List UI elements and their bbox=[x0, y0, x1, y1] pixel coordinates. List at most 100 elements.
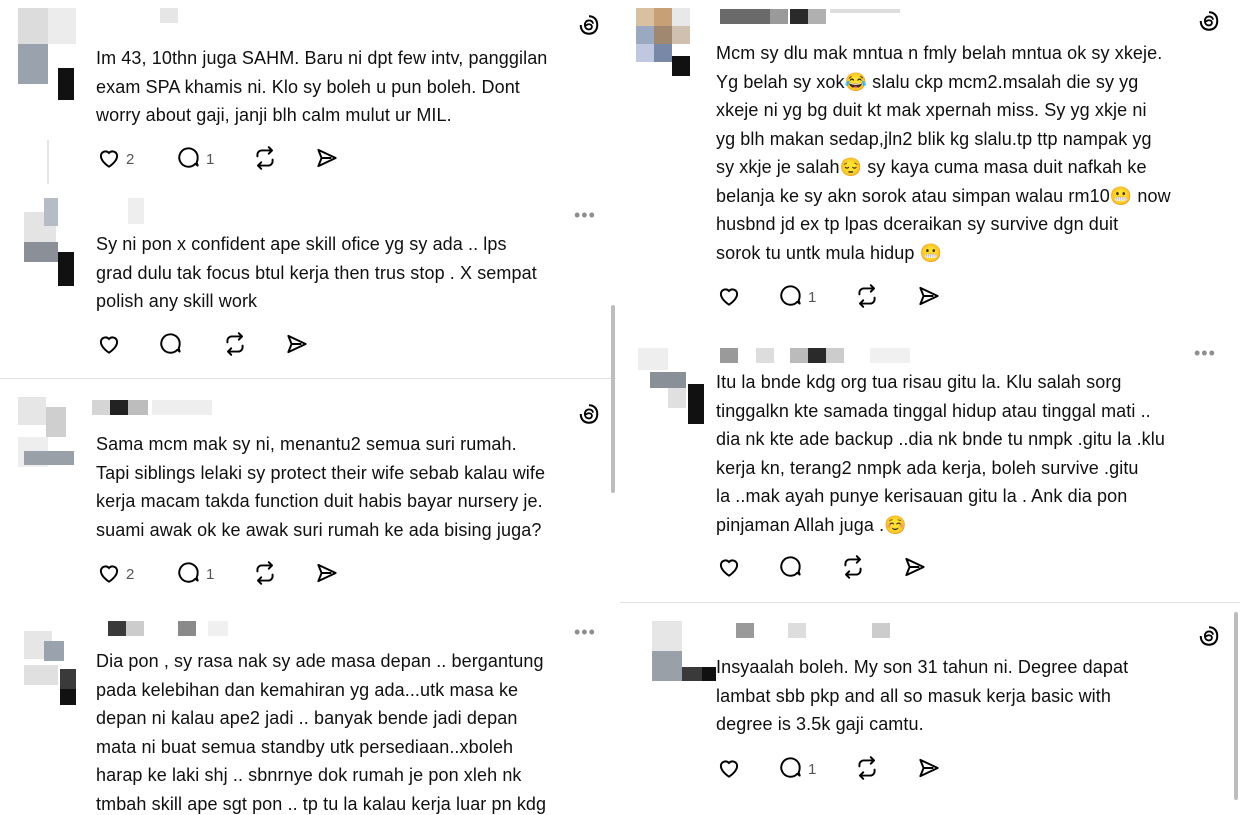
share-button[interactable] bbox=[314, 143, 340, 173]
username-blurred[interactable] bbox=[92, 400, 212, 415]
avatar[interactable] bbox=[638, 348, 704, 424]
username-blurred[interactable] bbox=[736, 623, 896, 638]
avatar[interactable] bbox=[18, 397, 78, 467]
repost-icon bbox=[844, 555, 862, 579]
post-actions bbox=[96, 329, 356, 359]
share-button[interactable] bbox=[916, 281, 942, 311]
reply-post: Sama mcm mak sy ni, menantu2 semua suri … bbox=[0, 379, 616, 605]
like-count: 2 bbox=[126, 565, 135, 583]
repost-icon bbox=[226, 332, 244, 356]
repost-button[interactable] bbox=[252, 143, 278, 173]
thread-line bbox=[47, 140, 49, 184]
reply-button[interactable] bbox=[778, 552, 804, 582]
like-button[interactable] bbox=[716, 552, 742, 582]
share-icon bbox=[919, 286, 939, 306]
avatar[interactable] bbox=[24, 621, 84, 705]
post-actions bbox=[716, 552, 976, 582]
comment-icon bbox=[178, 562, 199, 583]
like-count: 2 bbox=[126, 150, 135, 168]
reply-count: 1 bbox=[808, 288, 817, 306]
reply-post: Insyaalah boleh. My son 31 tahun ni. Deg… bbox=[620, 603, 1240, 815]
more-dots-icon[interactable]: ••• bbox=[1194, 344, 1216, 362]
repost-icon bbox=[256, 146, 274, 170]
share-icon bbox=[287, 334, 307, 354]
share-icon bbox=[317, 563, 337, 583]
repost-button[interactable] bbox=[840, 552, 866, 582]
reply-post: Im 43, 10thn juga SAHM. Baru ni dpt few … bbox=[0, 0, 616, 190]
reply-count: 1 bbox=[206, 565, 215, 583]
like-button[interactable] bbox=[716, 281, 742, 311]
reply-button[interactable]: 1 bbox=[778, 753, 816, 783]
repost-icon bbox=[858, 756, 876, 780]
comment-icon bbox=[780, 285, 801, 306]
post-text: Itu la bnde kdg org tua risau gitu la. K… bbox=[716, 372, 1165, 535]
reply-count: 1 bbox=[808, 760, 817, 778]
repost-button[interactable] bbox=[222, 329, 248, 359]
comment-icon bbox=[780, 556, 801, 577]
repost-button[interactable] bbox=[854, 753, 880, 783]
share-button[interactable] bbox=[314, 558, 340, 588]
post-actions: 2 1 bbox=[96, 143, 356, 173]
avatar[interactable] bbox=[18, 8, 78, 100]
username-blurred[interactable] bbox=[720, 9, 920, 24]
reply-count: 1 bbox=[206, 150, 215, 168]
reply-button[interactable]: 1 bbox=[778, 281, 816, 311]
heart-icon bbox=[719, 760, 739, 778]
heart-icon bbox=[719, 288, 739, 306]
repost-button[interactable] bbox=[252, 558, 278, 588]
post-text: Insyaalah boleh. My son 31 tahun ni. Deg… bbox=[716, 657, 1129, 734]
reply-post: ••• Sy ni pon x confident ape skill ofic… bbox=[0, 140, 616, 378]
comment-icon bbox=[160, 333, 181, 354]
post-text: Sama mcm mak sy ni, menantu2 semua suri … bbox=[96, 434, 546, 540]
avatar[interactable] bbox=[636, 8, 696, 76]
repost-icon bbox=[858, 284, 876, 308]
post-text: Sy ni pon x confident ape skill ofice yg… bbox=[96, 234, 537, 311]
share-icon bbox=[919, 758, 939, 778]
more-dots-icon[interactable]: ••• bbox=[574, 623, 596, 641]
post-actions: 1 bbox=[716, 753, 976, 783]
comment-icon bbox=[780, 757, 801, 778]
post-actions: 2 1 bbox=[96, 558, 356, 588]
username-blurred[interactable] bbox=[720, 348, 920, 363]
post-text: Mcm sy dlu mak mntua n fmly belah mntua … bbox=[716, 43, 1171, 263]
scrollbar[interactable] bbox=[611, 305, 615, 493]
repost-icon bbox=[256, 561, 274, 585]
heart-icon bbox=[99, 336, 119, 354]
post-text: Im 43, 10thn juga SAHM. Baru ni dpt few … bbox=[96, 48, 548, 125]
threads-logo-icon bbox=[1198, 625, 1220, 647]
heart-icon bbox=[99, 150, 119, 168]
share-button[interactable] bbox=[284, 329, 310, 359]
share-button[interactable] bbox=[902, 552, 928, 582]
threads-logo-icon bbox=[578, 14, 600, 36]
avatar[interactable] bbox=[652, 621, 716, 681]
heart-icon bbox=[719, 559, 739, 577]
reply-button[interactable]: 1 bbox=[176, 558, 214, 588]
username-blurred[interactable] bbox=[108, 621, 238, 636]
reply-post: ••• Itu la bnde kdg org tua risau gitu l… bbox=[620, 340, 1240, 602]
reply-button[interactable]: 1 bbox=[176, 143, 214, 173]
post-actions: 1 bbox=[716, 281, 976, 311]
post-text: Dia pon , sy rasa nak sy ade masa depan … bbox=[96, 651, 547, 814]
like-button[interactable]: 2 bbox=[96, 558, 134, 588]
left-feed-column: Im 43, 10thn juga SAHM. Baru ni dpt few … bbox=[0, 0, 616, 815]
more-dots-icon[interactable]: ••• bbox=[574, 206, 596, 224]
reply-button[interactable] bbox=[158, 329, 184, 359]
share-icon bbox=[905, 557, 925, 577]
share-icon bbox=[317, 148, 337, 168]
scrollbar[interactable] bbox=[1234, 612, 1238, 800]
comment-icon bbox=[178, 147, 199, 168]
like-button[interactable] bbox=[96, 329, 122, 359]
reply-post: ••• Dia pon , sy rasa nak sy ade masa de… bbox=[0, 605, 616, 815]
reply-post: Mcm sy dlu mak mntua n fmly belah mntua … bbox=[620, 0, 1240, 340]
repost-button[interactable] bbox=[854, 281, 880, 311]
right-feed-column: Mcm sy dlu mak mntua n fmly belah mntua … bbox=[620, 0, 1240, 815]
threads-logo-icon bbox=[578, 403, 600, 425]
heart-icon bbox=[99, 565, 119, 583]
threads-logo-icon bbox=[1198, 10, 1220, 32]
share-button[interactable] bbox=[916, 753, 942, 783]
username-blurred[interactable] bbox=[160, 8, 180, 23]
like-button[interactable]: 2 bbox=[96, 143, 134, 173]
avatar[interactable] bbox=[24, 198, 84, 286]
username-blurred[interactable] bbox=[128, 198, 148, 224]
like-button[interactable] bbox=[716, 753, 742, 783]
